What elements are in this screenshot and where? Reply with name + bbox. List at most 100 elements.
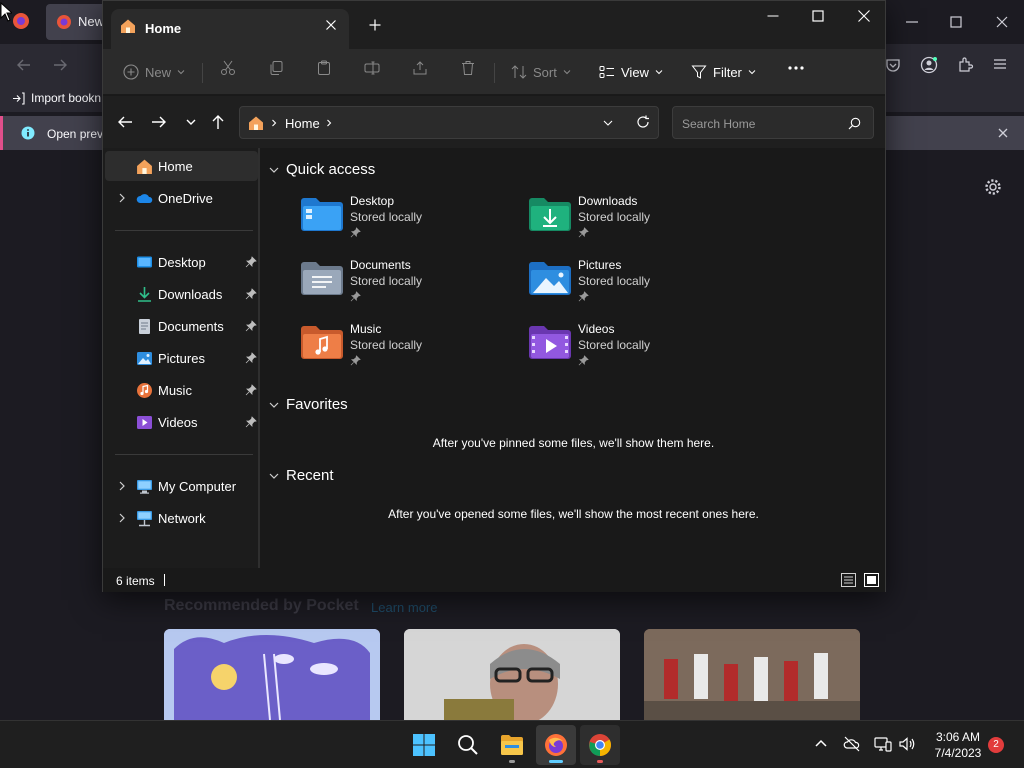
onedrive-offline-icon[interactable] <box>843 735 861 753</box>
expand-chevron-icon[interactable] <box>116 192 128 204</box>
pin-icon[interactable] <box>245 384 257 396</box>
pin-icon[interactable] <box>245 288 257 300</box>
account-icon[interactable] <box>920 56 938 74</box>
pin-icon[interactable] <box>350 291 361 302</box>
firefox-close-icon[interactable] <box>990 10 1014 34</box>
menu-icon[interactable] <box>992 56 1008 72</box>
section-quick-access[interactable]: Quick access <box>268 161 375 178</box>
command-separator <box>494 63 495 83</box>
extensions-icon[interactable] <box>956 56 974 74</box>
new-button[interactable]: New <box>123 59 185 85</box>
section-title: Favorites <box>286 396 348 413</box>
system-clock[interactable]: 3:06 AM 7/4/2023 <box>928 729 988 761</box>
pocket-learn-more-link[interactable]: Learn more <box>371 600 437 615</box>
explorer-tab-home[interactable]: Home <box>111 9 349 49</box>
quick-access-item-downloads[interactable]: Downloads Stored locally <box>528 194 748 250</box>
breadcrumb-home[interactable]: Home <box>285 116 320 131</box>
pocket-icon[interactable] <box>884 56 902 74</box>
taskbar-firefox[interactable] <box>536 725 576 765</box>
pin-icon[interactable] <box>350 227 361 238</box>
pin-icon[interactable] <box>245 320 257 332</box>
close-tab-icon[interactable] <box>325 19 337 31</box>
quick-access-item-pictures[interactable]: Pictures Stored locally <box>528 258 748 314</box>
nav-item-my-computer[interactable]: My Computer <box>105 471 258 501</box>
collapse-chevron-icon[interactable] <box>268 164 280 176</box>
details-view-icon[interactable] <box>841 573 856 587</box>
nav-item-music[interactable]: Music <box>105 375 258 405</box>
nav-item-network[interactable]: Network <box>105 503 258 533</box>
command-separator <box>202 63 203 83</box>
expand-chevron-icon[interactable] <box>116 512 128 524</box>
maximize-icon[interactable] <box>812 10 824 22</box>
taskbar-file-explorer[interactable] <box>492 725 532 765</box>
up-arrow-icon[interactable] <box>208 112 228 132</box>
sort-button[interactable]: Sort <box>511 59 571 85</box>
expand-chevron-icon[interactable] <box>116 480 128 492</box>
share-icon[interactable] <box>412 60 428 76</box>
pin-icon[interactable] <box>245 256 257 268</box>
quick-access-item-desktop[interactable]: Desktop Stored locally <box>300 194 520 250</box>
minimize-icon[interactable] <box>767 10 779 22</box>
show-hidden-icons-chevron-icon[interactable] <box>812 735 830 753</box>
rename-icon[interactable] <box>364 60 380 76</box>
pocket-card-2[interactable] <box>404 629 620 720</box>
forward-arrow-icon[interactable] <box>149 112 169 132</box>
import-bookmarks-link[interactable]: Import bookn <box>12 91 101 105</box>
address-dropdown-chevron-icon[interactable] <box>603 118 613 128</box>
address-bar[interactable]: Home <box>239 106 659 139</box>
quick-access-item-videos[interactable]: Videos Stored locally <box>528 322 748 378</box>
nav-item-downloads[interactable]: Downloads <box>105 279 258 309</box>
pin-icon[interactable] <box>245 352 257 364</box>
taskbar-search-button[interactable] <box>448 725 488 765</box>
pin-icon[interactable] <box>350 355 361 366</box>
recent-locations-chevron-icon[interactable] <box>181 112 201 132</box>
delete-icon[interactable] <box>460 60 476 76</box>
cut-icon[interactable] <box>220 60 236 76</box>
pin-icon[interactable] <box>578 227 589 238</box>
copy-icon[interactable] <box>268 60 284 76</box>
pocket-card-1[interactable] <box>164 629 380 720</box>
nav-item-desktop[interactable]: Desktop <box>105 247 258 277</box>
collapse-chevron-icon[interactable] <box>268 399 280 411</box>
search-icon[interactable] <box>848 117 861 130</box>
close-window-icon[interactable] <box>858 10 870 22</box>
back-arrow-icon[interactable] <box>115 112 135 132</box>
section-favorites[interactable]: Favorites <box>268 396 348 413</box>
new-tab-icon[interactable] <box>369 19 381 31</box>
pocket-card-3[interactable] <box>644 629 860 720</box>
volume-icon[interactable] <box>898 735 916 753</box>
collapse-chevron-icon[interactable] <box>268 470 280 482</box>
paste-icon[interactable] <box>316 60 332 76</box>
firefox-back-icon[interactable] <box>16 57 32 73</box>
item-count: 6 items <box>116 574 155 588</box>
search-box[interactable]: Search Home <box>672 106 874 139</box>
notice-close-icon[interactable] <box>996 126 1010 140</box>
firefox-forward-icon[interactable] <box>52 57 68 73</box>
taskbar-chrome[interactable] <box>580 725 620 765</box>
settings-gear-icon[interactable] <box>984 178 1002 196</box>
nav-item-documents[interactable]: Documents <box>105 311 258 341</box>
view-button[interactable]: View <box>599 59 663 85</box>
pin-icon[interactable] <box>578 355 589 366</box>
start-button[interactable] <box>404 725 444 765</box>
notification-badge[interactable]: 2 <box>988 737 1004 753</box>
pictures-folder-icon <box>529 262 571 295</box>
firefox-maximize-icon[interactable] <box>944 10 968 34</box>
nav-item-home[interactable]: Home <box>105 151 258 181</box>
filter-button[interactable]: Filter <box>691 59 756 85</box>
quick-access-item-documents[interactable]: Documents Stored locally <box>300 258 520 314</box>
pin-icon[interactable] <box>245 416 257 428</box>
refresh-icon[interactable] <box>636 115 650 129</box>
breadcrumb-chevron-icon[interactable] <box>325 119 333 127</box>
nav-item-videos[interactable]: Videos <box>105 407 258 437</box>
nav-item-pictures[interactable]: Pictures <box>105 343 258 373</box>
pin-icon[interactable] <box>578 291 589 302</box>
section-recent[interactable]: Recent <box>268 467 334 484</box>
breadcrumb-chevron-icon[interactable] <box>270 119 278 127</box>
quick-access-item-music[interactable]: Music Stored locally <box>300 322 520 378</box>
nav-item-onedrive[interactable]: OneDrive <box>105 183 258 213</box>
firefox-minimize-icon[interactable] <box>900 10 924 34</box>
large-icons-view-icon[interactable] <box>864 573 879 587</box>
more-options-icon[interactable] <box>787 65 805 71</box>
network-status-icon[interactable] <box>874 735 892 753</box>
